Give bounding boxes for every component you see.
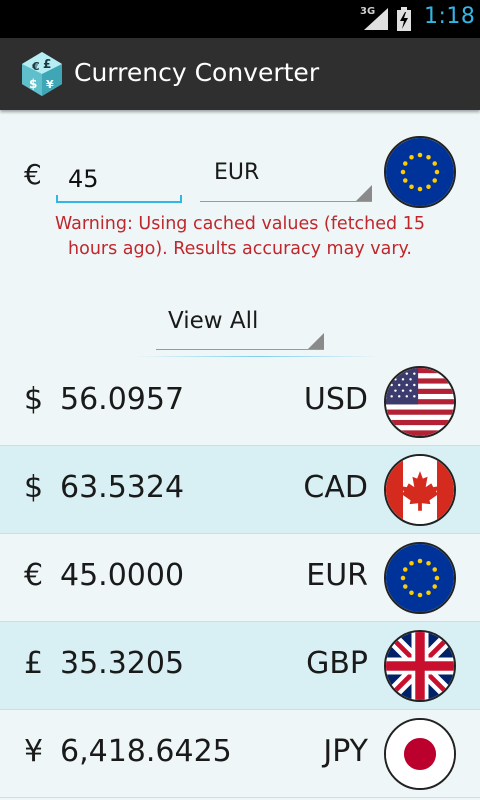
battery-charging-icon [397, 7, 411, 31]
cached-values-warning: Warning: Using cached values (fetched 15… [55, 214, 425, 259]
currency-symbol: ¥ [24, 734, 44, 769]
converted-amount: 35.3205 [60, 646, 185, 681]
japan-flag-icon [384, 718, 456, 790]
divider [136, 356, 380, 357]
from-currency-value: EUR [214, 160, 260, 185]
currency-symbol: € [24, 558, 44, 593]
currency-code: EUR [306, 558, 368, 593]
uk-flag-icon [384, 630, 456, 702]
signal-icon [364, 8, 388, 30]
currency-code: USD [303, 382, 368, 417]
currency-code: GBP [306, 646, 368, 681]
currency-code: JPY [323, 734, 368, 769]
converted-amount: 63.5324 [60, 470, 185, 505]
converted-amount: 6,418.6425 [60, 734, 232, 769]
from-currency-spinner[interactable]: EUR [200, 150, 372, 202]
currency-symbol: $ [24, 470, 44, 505]
svg-text:$: $ [29, 77, 37, 91]
results-list: $ 56.0957 USD $ 63.5324 CAD € 45.0000 EU… [0, 358, 480, 798]
currency-symbol: $ [24, 382, 44, 417]
result-row-cad[interactable]: $ 63.5324 CAD [0, 446, 480, 534]
action-bar: € £ $ ¥ Currency Converter [0, 38, 480, 110]
filter-spinner[interactable]: View All [156, 300, 324, 350]
currency-symbol: £ [24, 646, 44, 681]
spinner-arrow-icon [308, 333, 324, 349]
us-flag-icon [384, 366, 456, 438]
canada-flag-icon [384, 454, 456, 526]
app-title: Currency Converter [74, 58, 320, 87]
eu-flag-icon [384, 136, 456, 208]
svg-text:¥: ¥ [46, 78, 54, 91]
result-row-jpy[interactable]: ¥ 6,418.6425 JPY [0, 710, 480, 798]
eu-flag-icon [384, 542, 456, 614]
svg-text:€: € [31, 60, 40, 73]
app-logo-icon[interactable]: € £ $ ¥ [18, 50, 66, 98]
result-row-gbp[interactable]: £ 35.3205 GBP [0, 622, 480, 710]
svg-text:£: £ [43, 57, 51, 71]
clock: 1:18 [424, 4, 476, 29]
converted-amount: 45.0000 [60, 558, 185, 593]
input-currency-symbol: € [24, 158, 42, 191]
result-row-usd[interactable]: $ 56.0957 USD [0, 358, 480, 446]
converted-amount: 56.0957 [60, 382, 185, 417]
result-row-eur[interactable]: € 45.0000 EUR [0, 534, 480, 622]
status-bar: 3G 1:18 [0, 0, 480, 38]
amount-input-underline [56, 195, 182, 203]
amount-input[interactable] [56, 156, 182, 202]
currency-code: CAD [303, 470, 368, 505]
filter-value: View All [168, 308, 259, 334]
spinner-arrow-icon [356, 185, 372, 201]
